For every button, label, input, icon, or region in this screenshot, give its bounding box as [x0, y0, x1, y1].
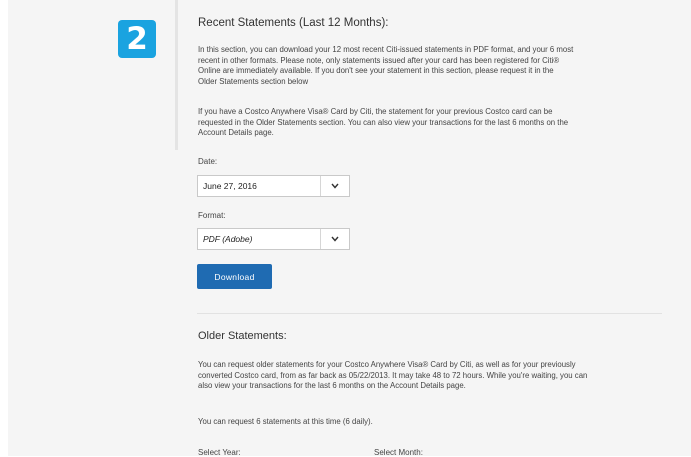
date-select[interactable]: June 27, 2016 — [197, 175, 350, 197]
request-limit-text: You can request 6 statements at this tim… — [198, 417, 373, 426]
download-button[interactable]: Download — [197, 264, 272, 289]
older-statements-heading: Older Statements: — [198, 330, 287, 342]
select-divider — [320, 176, 321, 196]
older-line: converted Costco card, from as far back … — [198, 370, 588, 380]
intro-line: recent in other formats. Please note, on… — [198, 55, 560, 65]
older-line: You can request older statements for you… — [198, 360, 576, 369]
intro-line: Online are immediately available. If you… — [198, 66, 554, 76]
costco-line: requested in the Older Statements sectio… — [198, 117, 569, 127]
format-label: Format: — [198, 211, 226, 220]
section-divider — [175, 0, 178, 150]
date-label: Date: — [198, 157, 218, 166]
costco-note: If you have a Costco Anywhere Visa® Card… — [198, 107, 668, 139]
format-select[interactable]: PDF (Adobe) — [197, 228, 350, 250]
older-statements-description: You can request older statements for you… — [198, 360, 668, 392]
costco-line: If you have a Costco Anywhere Visa® Card… — [198, 107, 553, 116]
date-select-value: June 27, 2016 — [203, 181, 257, 191]
select-divider — [320, 229, 321, 249]
format-select-value: PDF (Adobe) — [203, 234, 253, 244]
intro-line: In this section, you can download your 1… — [198, 45, 574, 54]
recent-statements-heading: Recent Statements (Last 12 Months): — [198, 17, 389, 29]
section-separator — [197, 313, 662, 314]
older-line: also view your transactions for the last… — [198, 381, 466, 391]
chevron-down-icon — [331, 183, 339, 189]
intro-line: Older Statements section below — [198, 76, 309, 86]
step-number-badge: 2 — [118, 20, 156, 58]
chevron-down-icon — [331, 236, 339, 242]
costco-line: Account Details page. — [198, 128, 274, 138]
recent-statements-intro: In this section, you can download your 1… — [198, 45, 668, 87]
